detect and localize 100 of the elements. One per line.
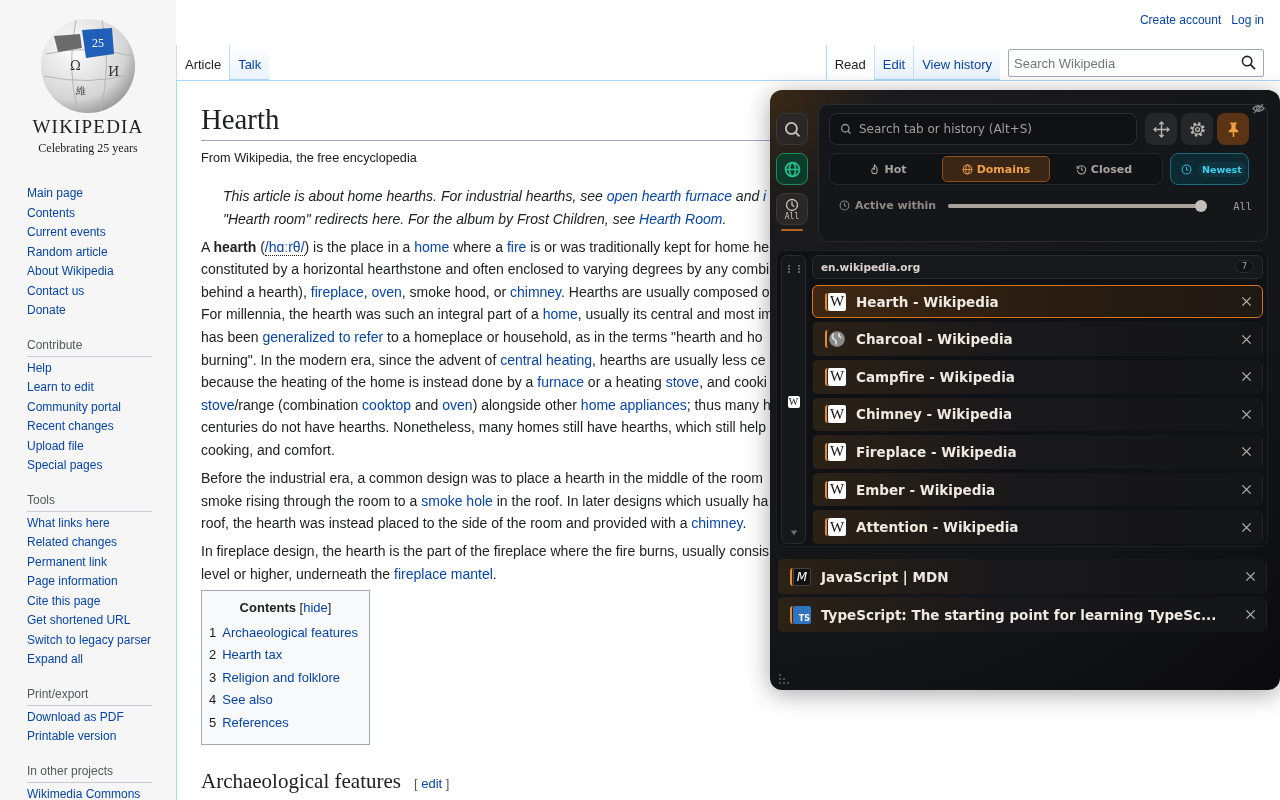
tab-row[interactable]: W Attention - Wikipedia — [812, 510, 1263, 544]
toc-link[interactable]: Archaeological features — [222, 621, 359, 645]
article-link[interactable]: fire — [506, 238, 527, 255]
article-link[interactable]: home appliances — [580, 396, 687, 413]
drag-handle-icon[interactable] — [785, 264, 802, 274]
sort-button[interactable]: Newest — [1170, 153, 1249, 185]
article-link[interactable]: i — [763, 188, 767, 204]
close-icon[interactable] — [1245, 609, 1256, 620]
article-link[interactable]: home — [414, 238, 450, 255]
move-icon — [1152, 120, 1170, 138]
mode-tab[interactable]: Hot — [834, 156, 942, 182]
sidebar-link[interactable]: Cite this page — [27, 591, 152, 611]
mode-tab[interactable]: Domains — [942, 156, 1050, 182]
toc-link[interactable]: Religion and folklore — [222, 666, 341, 690]
sidebar-link[interactable]: About Wikipedia — [27, 262, 152, 282]
search-icon — [840, 123, 852, 135]
sidebar-link[interactable]: Expand all — [27, 650, 152, 670]
tab-row[interactable]: W Ember - Wikipedia — [812, 472, 1263, 507]
close-icon[interactable] — [1241, 296, 1252, 308]
sidebar-link[interactable]: Get shortened URL — [27, 611, 152, 631]
search-icon[interactable] — [1241, 55, 1256, 70]
mode-tab[interactable]: Closed — [1050, 156, 1158, 182]
move-button[interactable] — [1145, 113, 1177, 145]
article-link[interactable]: fireplace — [310, 283, 364, 300]
sidebar-link[interactable]: Community portal — [27, 397, 152, 417]
view-tab[interactable]: Edit — [873, 45, 914, 80]
sidebar-link[interactable]: What links here — [27, 513, 152, 533]
article-link[interactable]: furnace — [537, 374, 584, 391]
toc-toggle-link[interactable]: hide — [303, 599, 328, 615]
tab-row[interactable]: W Hearth - Wikipedia — [812, 284, 1263, 319]
article-link[interactable]: cooktop — [362, 396, 412, 413]
article-link[interactable]: home — [542, 306, 578, 323]
toc-number: 2 — [209, 646, 217, 665]
sidebar-link[interactable]: Download as PDF — [27, 707, 152, 727]
pin-button[interactable] — [1217, 113, 1249, 145]
search-button[interactable] — [776, 113, 808, 145]
site-favicon: M — [793, 567, 811, 586]
logo-badge-text: 25 — [92, 36, 104, 50]
site-favicon: W — [828, 518, 846, 537]
article-link[interactable]: stove — [201, 396, 235, 413]
article-link[interactable]: stove — [665, 374, 700, 391]
close-icon[interactable] — [1241, 408, 1252, 420]
sidebar-link[interactable]: Upload file — [27, 436, 152, 456]
settings-button[interactable] — [1181, 113, 1213, 145]
eye-off-icon[interactable] — [1252, 102, 1265, 115]
article-link[interactable]: chimney — [510, 283, 562, 300]
view-tab[interactable]: View history — [913, 45, 1000, 80]
page-tab[interactable]: Talk — [229, 45, 270, 80]
article-link[interactable]: fireplace mantel — [394, 566, 493, 582]
article-link[interactable]: open hearth furnace — [606, 188, 732, 204]
tab-row[interactable]: TS TypeScript: The starting point for learning TypeSc... — [777, 597, 1267, 632]
close-icon[interactable] — [1241, 333, 1252, 345]
toc-link[interactable]: See also — [222, 689, 273, 712]
close-icon[interactable] — [1241, 484, 1252, 496]
globe-button[interactable] — [776, 153, 808, 185]
sidebar-link[interactable]: Main page — [27, 184, 152, 204]
sidebar-link[interactable]: Wikimedia Commons — [27, 784, 152, 800]
collapse-triangle-icon[interactable] — [789, 529, 798, 537]
pronunciation-link[interactable]: /hɑːrθ/ — [264, 238, 305, 256]
article-link[interactable]: oven — [442, 396, 473, 413]
tab-row[interactable]: W Chimney - Wikipedia — [812, 397, 1263, 432]
sidebar-link[interactable]: Recent changes — [27, 417, 152, 437]
article-link[interactable]: smoke hole — [421, 492, 493, 509]
sidebar-link[interactable]: Related changes — [27, 533, 152, 553]
sidebar-link[interactable]: Random article — [27, 242, 152, 262]
sidebar-link[interactable]: Printable version — [27, 727, 152, 747]
site-favicon: W — [828, 405, 846, 424]
sidebar-link[interactable]: Permanent link — [27, 552, 152, 572]
search-field[interactable]: Search tab or history (Alt+S) — [829, 113, 1137, 145]
sidebar-link[interactable]: Current events — [27, 223, 152, 243]
account-link[interactable]: Create account — [1139, 13, 1222, 27]
article-link[interactable]: central heating — [500, 351, 592, 368]
sidebar-link[interactable]: Special pages — [27, 456, 152, 476]
sidebar-link[interactable]: Contact us — [27, 281, 152, 301]
tab-title: Chimney - Wikipedia — [856, 406, 1014, 423]
tab-row[interactable]: W Campfire - Wikipedia — [812, 359, 1263, 394]
close-icon[interactable] — [1241, 521, 1252, 533]
close-icon[interactable] — [1245, 571, 1256, 582]
article-link[interactable]: generalized to refer — [262, 329, 384, 346]
sidebar-link[interactable]: Contents — [27, 203, 152, 223]
wordmark: WIKIPEDIA — [32, 116, 144, 138]
edit-link[interactable]: edit — [421, 776, 443, 792]
group-header[interactable]: en.wikipedia.org 7 — [812, 255, 1263, 279]
article-link[interactable]: oven — [371, 283, 402, 300]
sidebar-link[interactable]: Switch to legacy parser — [27, 630, 152, 650]
sidebar-link[interactable]: Donate — [27, 301, 152, 321]
sidebar-link[interactable]: Page information — [27, 572, 152, 592]
account-link[interactable]: Log in — [1231, 13, 1264, 27]
tab-row[interactable]: W Fireplace - Wikipedia — [812, 435, 1263, 469]
search-field[interactable]: Search Wikipedia — [1008, 49, 1264, 77]
sidebar-link[interactable]: Learn to edit — [27, 378, 152, 398]
site-favicon: W — [828, 442, 846, 461]
recency-button[interactable]: All — [776, 193, 808, 225]
sidebar-link[interactable]: Help — [27, 358, 152, 378]
toc-link[interactable]: Hearth tax — [222, 644, 283, 667]
tab-row[interactable]: Charcoal - Wikipedia — [812, 322, 1263, 356]
close-icon[interactable] — [1241, 446, 1252, 458]
tab-row[interactable]: M JavaScript | MDN — [777, 559, 1267, 594]
close-icon[interactable] — [1241, 371, 1252, 383]
toc-link[interactable]: References — [222, 711, 289, 735]
